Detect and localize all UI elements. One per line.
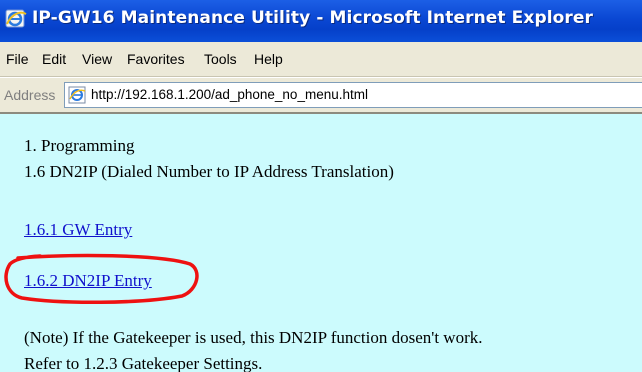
browser-window: IP-GW16 Maintenance Utility - Microsoft … (0, 0, 642, 372)
page-subtitle: 1.6 DN2IP (Dialed Number to IP Address T… (24, 162, 394, 181)
ie-icon (5, 9, 27, 28)
address-input[interactable]: http://192.168.1.200/ad_phone_no_menu.ht… (64, 82, 642, 108)
menu-edit[interactable]: Edit (42, 51, 66, 67)
link-gw-entry[interactable]: 1.6.1 GW Entry (24, 220, 132, 240)
window-title: IP-GW16 Maintenance Utility - Microsoft … (32, 8, 594, 28)
note-reference: Refer to 1.2.3 Gatekeeper Settings. (24, 354, 263, 372)
menu-help[interactable]: Help (254, 51, 283, 67)
address-bar: Address http://192.168.1.200/ad_phone_no… (0, 77, 642, 113)
menu-file[interactable]: File (6, 51, 29, 67)
title-bar[interactable]: IP-GW16 Maintenance Utility - Microsoft … (0, 0, 642, 42)
section-heading: 1. Programming (24, 136, 135, 155)
menu-favorites[interactable]: Favorites (127, 51, 185, 67)
menu-bar: File Edit View Favorites Tools Help (0, 42, 642, 77)
page-icon (68, 86, 86, 104)
page-content: 1. Programming 1.6 DN2IP (Dialed Number … (0, 112, 642, 372)
note-text: (Note) If the Gatekeeper is used, this D… (24, 328, 483, 347)
address-url: http://192.168.1.200/ad_phone_no_menu.ht… (91, 87, 368, 102)
menu-tools[interactable]: Tools (204, 51, 237, 67)
address-label: Address (4, 87, 56, 103)
link-dn2ip-entry[interactable]: 1.6.2 DN2IP Entry (24, 271, 152, 291)
menu-view[interactable]: View (82, 51, 112, 67)
